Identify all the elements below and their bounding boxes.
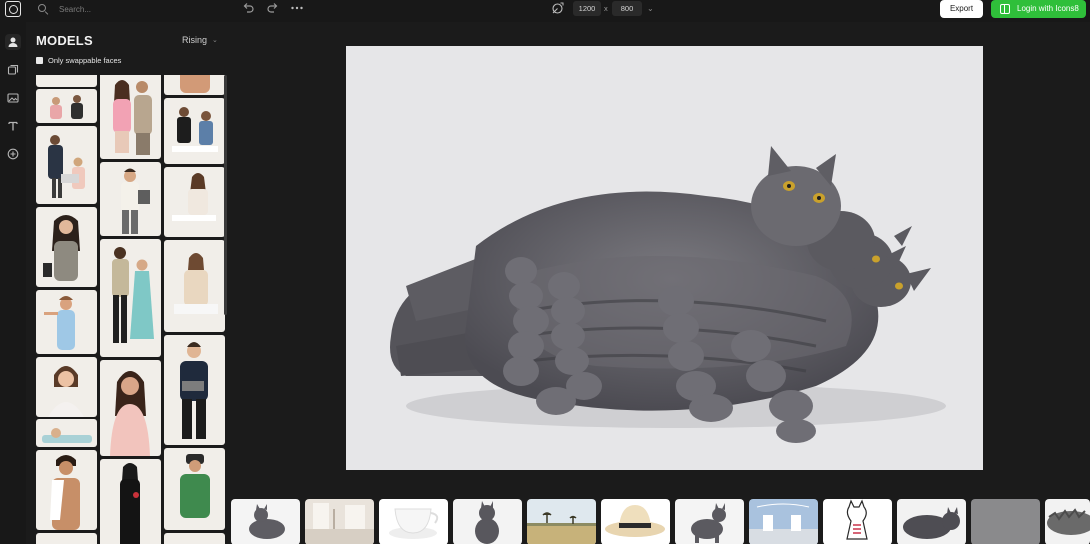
thumbnail-item[interactable] [379, 499, 448, 544]
model-tile[interactable] [100, 75, 161, 159]
resize-icon[interactable] [551, 2, 564, 15]
chevron-down-icon[interactable]: ⌄ [647, 2, 654, 16]
model-tile[interactable] [36, 357, 97, 417]
swappable-faces-toggle[interactable]: Only swappable faces [36, 56, 121, 65]
more-icon[interactable] [290, 2, 304, 16]
model-tile[interactable] [164, 240, 225, 332]
login-icon [1000, 4, 1010, 14]
model-tile[interactable] [164, 335, 225, 445]
model-tile[interactable] [164, 75, 225, 95]
model-tile[interactable] [164, 167, 225, 237]
model-tile[interactable] [100, 459, 161, 544]
thumbnail-item[interactable] [823, 499, 892, 544]
login-button-label: Login with Icons8 [1017, 4, 1079, 13]
models-scrollbar[interactable] [224, 75, 227, 315]
model-tile[interactable] [36, 207, 97, 287]
model-tile[interactable] [36, 89, 97, 123]
model-tile[interactable] [100, 239, 161, 357]
icons8-logo-icon[interactable] [5, 1, 21, 17]
thumbnail-item[interactable] [601, 499, 670, 544]
model-tile[interactable] [36, 419, 97, 447]
swappable-faces-label: Only swappable faces [48, 56, 122, 65]
model-tile[interactable] [36, 290, 97, 354]
thumbnail-item[interactable] [527, 499, 596, 544]
model-tile[interactable] [36, 450, 97, 530]
canvas-artboard[interactable] [346, 46, 983, 470]
top-bar: 1200 x 800 ⌄ Export Login with Icons8 [0, 0, 1090, 22]
model-tile[interactable] [164, 98, 225, 164]
app-window: 1200 x 800 ⌄ Export Login with Icons8 MO… [0, 0, 1090, 544]
dimension-separator: x [604, 4, 608, 13]
model-tile[interactable] [36, 533, 97, 544]
image-icon[interactable] [5, 90, 21, 106]
height-input[interactable]: 800 [612, 1, 642, 16]
models-grid [36, 75, 228, 544]
model-tile[interactable] [164, 533, 225, 544]
user-icon[interactable] [5, 34, 21, 50]
login-button[interactable]: Login with Icons8 [991, 0, 1086, 18]
text-icon[interactable] [5, 118, 21, 134]
search-icon [38, 4, 48, 14]
redo-icon[interactable] [267, 2, 279, 16]
canvas-cat-image[interactable] [346, 46, 983, 470]
thumbnail-item[interactable] [231, 499, 300, 544]
swappable-faces-checkbox[interactable] [36, 57, 43, 64]
model-tile[interactable] [36, 126, 97, 204]
model-tile[interactable] [164, 448, 225, 530]
thumbnail-strip [231, 498, 1090, 544]
left-rail [0, 22, 26, 544]
thumbnail-item[interactable] [749, 499, 818, 544]
thumbnail-item[interactable] [971, 499, 1040, 544]
chevron-down-icon[interactable]: ⌄ [212, 36, 218, 44]
layers-icon[interactable] [5, 62, 21, 78]
thumbnail-item[interactable] [453, 499, 522, 544]
search-bar[interactable] [38, 0, 199, 18]
thumbnail-item[interactable] [1045, 499, 1090, 544]
search-input[interactable] [59, 4, 199, 14]
panel-title: MODELS [36, 33, 93, 48]
sort-dropdown[interactable]: Rising [182, 35, 207, 45]
model-tile[interactable] [100, 162, 161, 236]
width-input[interactable]: 1200 [573, 1, 601, 16]
thumbnail-item[interactable] [675, 499, 744, 544]
model-tile[interactable] [36, 75, 97, 87]
export-button[interactable]: Export [940, 0, 983, 18]
undo-icon[interactable] [242, 2, 254, 16]
thumbnail-item[interactable] [897, 499, 966, 544]
model-tile[interactable] [100, 360, 161, 456]
plus-circle-icon[interactable] [5, 146, 21, 162]
thumbnail-item[interactable] [305, 499, 374, 544]
